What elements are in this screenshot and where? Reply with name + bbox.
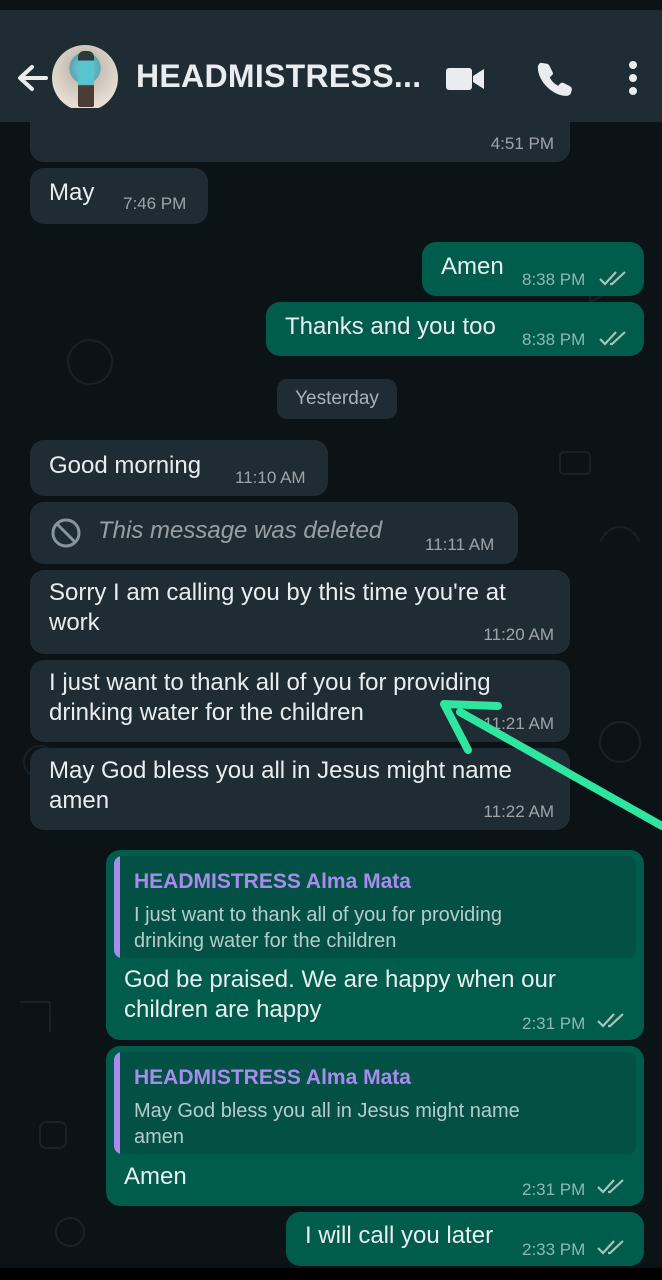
contact-name[interactable]: HEADMISTRESS...	[136, 58, 421, 95]
bottom-edge	[0, 1268, 662, 1280]
video-call-icon[interactable]	[444, 64, 486, 94]
chat-header: HEADMISTRESS...	[0, 10, 662, 122]
more-vertical-icon[interactable]	[625, 60, 641, 96]
avatar[interactable]	[52, 45, 118, 111]
arrow-left-icon[interactable]	[14, 60, 50, 96]
message-list[interactable]: 4:51 PM May 7:46 PM Amen 8:38 PM Thanks …	[0, 108, 662, 1270]
chat-screen: HEADMISTRESS... 4:51 PM May 7:46 PM Amen…	[0, 0, 662, 1280]
phone-icon[interactable]	[536, 60, 574, 98]
annotation-arrow	[440, 700, 662, 830]
